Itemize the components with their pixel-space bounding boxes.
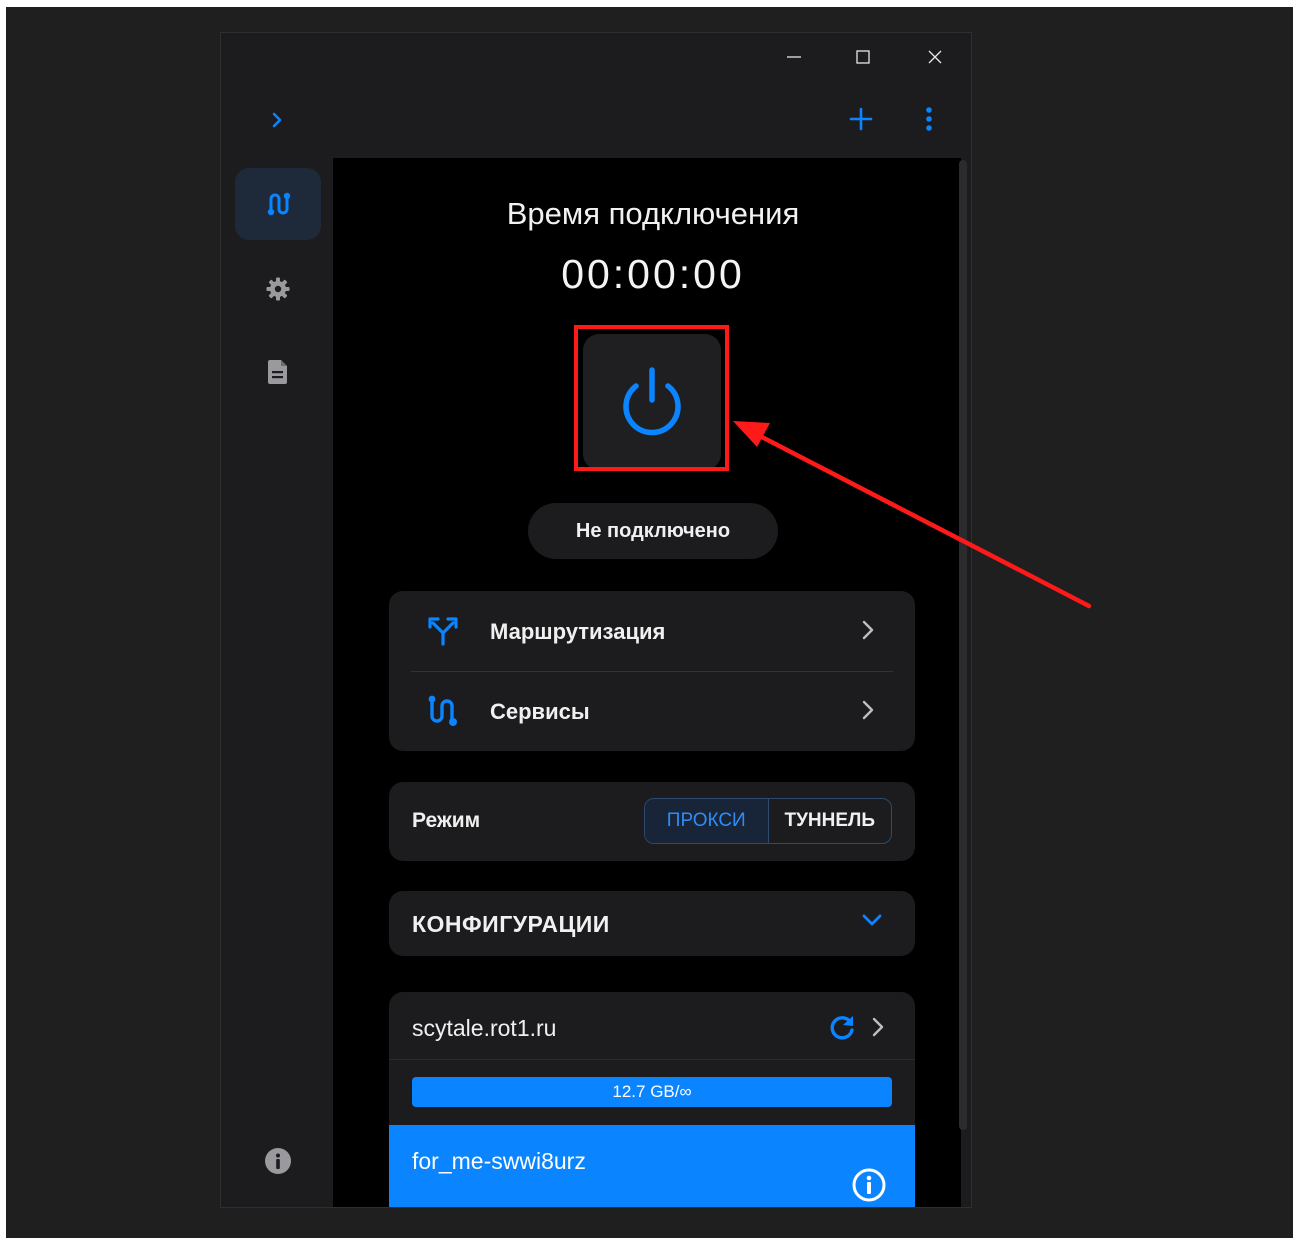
annotation-arrow [733,421,1092,609]
